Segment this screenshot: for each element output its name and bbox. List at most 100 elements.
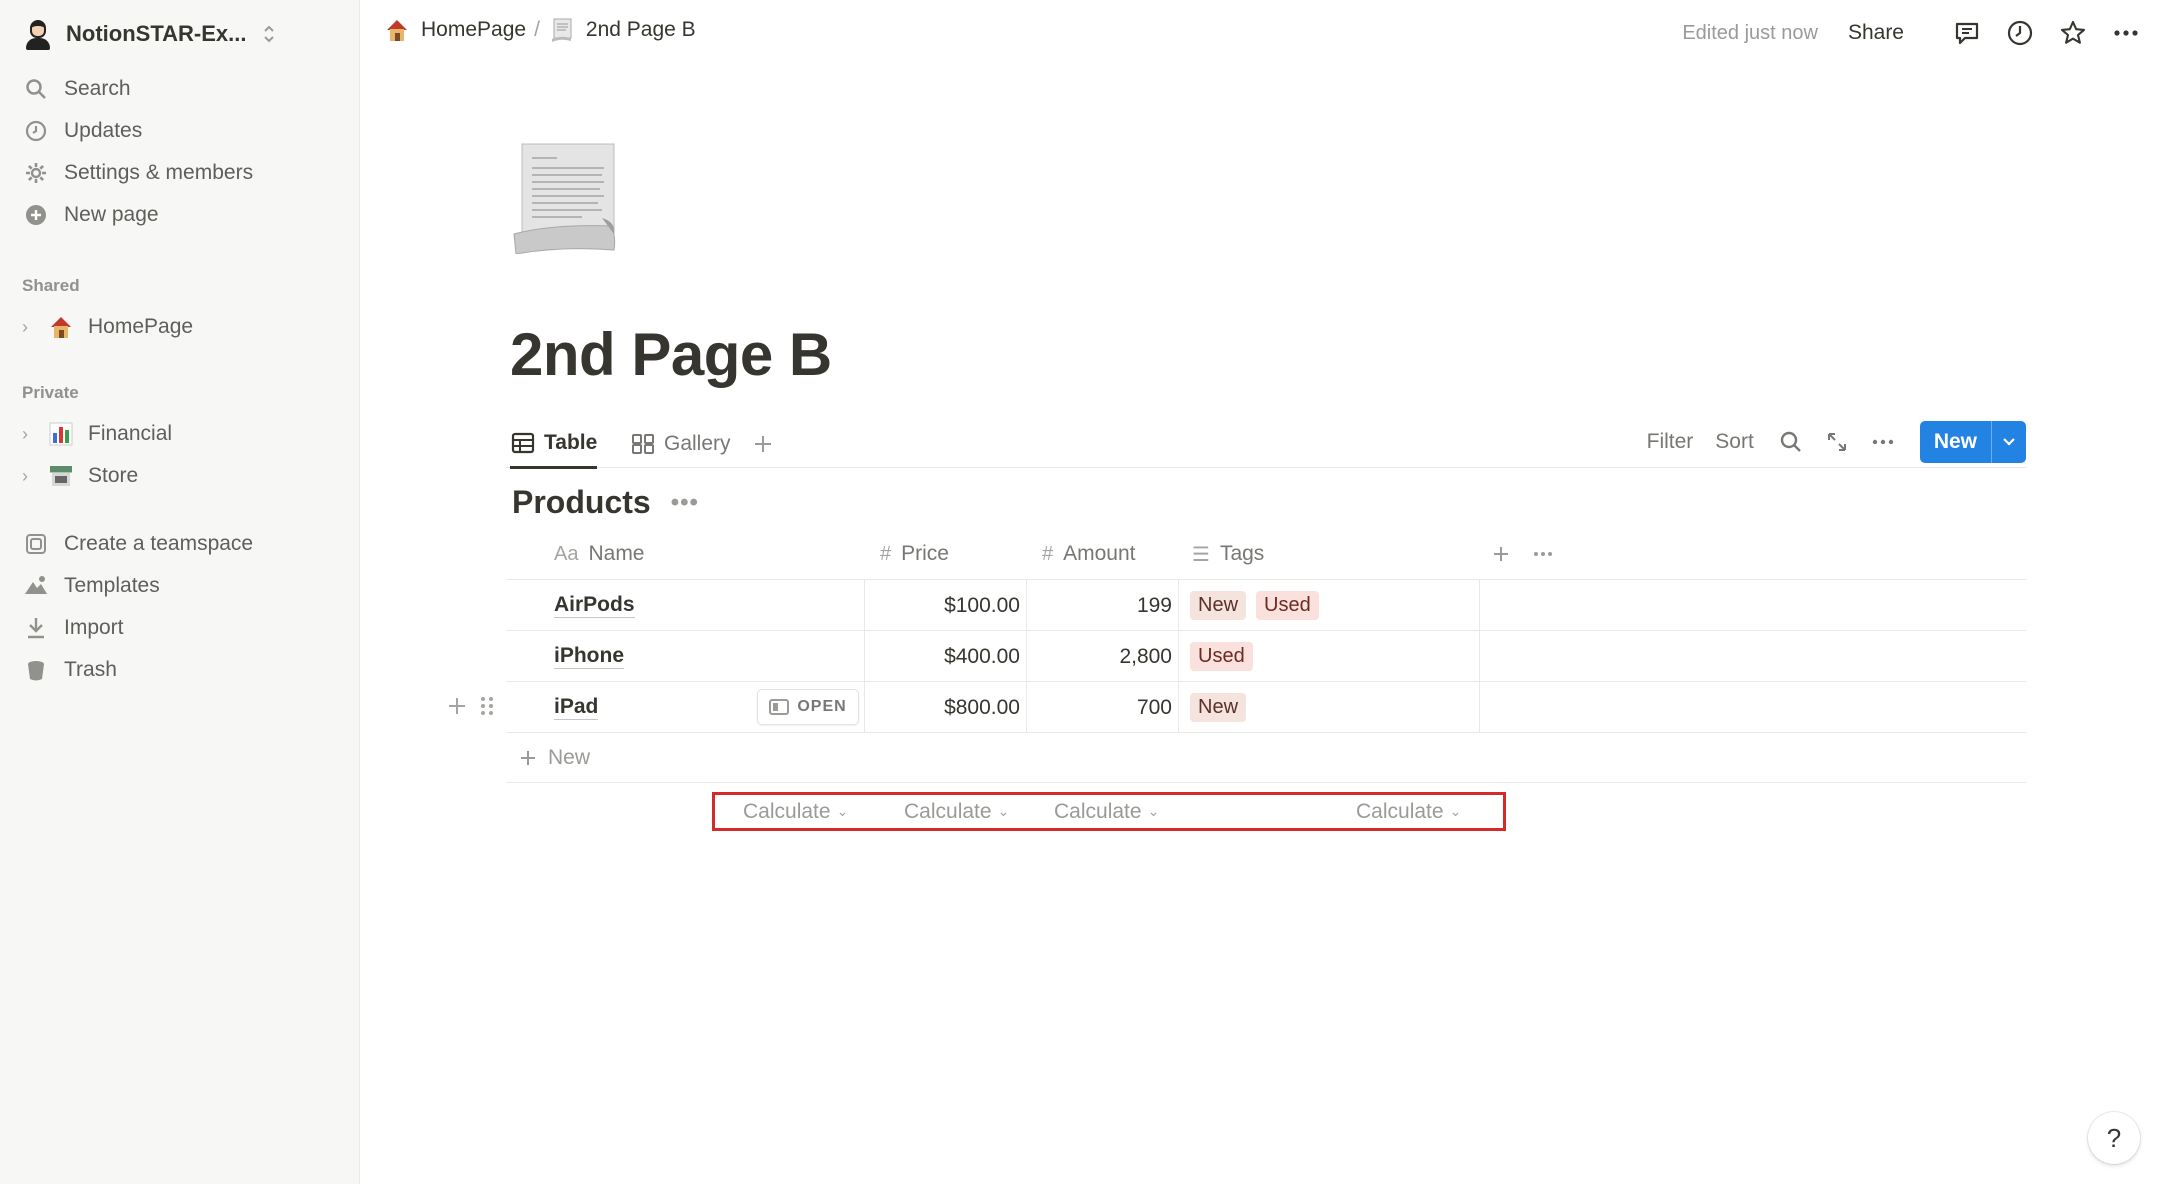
cell-price[interactable]: $800.00 (864, 682, 1020, 733)
chevron-right-icon[interactable]: › (22, 466, 40, 487)
text-type-icon: Aa (554, 542, 579, 565)
number-type-icon: # (1042, 542, 1054, 565)
sidebar-page-financial[interactable]: › Financial (22, 414, 172, 454)
cell-amount[interactable]: 2,800 (1026, 631, 1172, 682)
sidebar-trash[interactable]: Trash (22, 650, 117, 690)
cell-name[interactable]: iPad (554, 682, 599, 733)
column-header-tags[interactable]: ☰ Tags (1192, 528, 1264, 580)
column-header-name[interactable]: Aa Name (554, 528, 645, 580)
drag-handle-icon[interactable] (479, 694, 495, 723)
table-row[interactable]: iPhone $400.00 2,800 Used (506, 631, 2026, 682)
table-row[interactable]: iPad OPEN $800.00 700 New (506, 682, 2026, 733)
add-property-button[interactable] (1490, 528, 1512, 580)
tag-used: Used (1256, 591, 1319, 620)
calculate-name[interactable]: Calculate ⌄ (743, 795, 848, 828)
sidebar-updates[interactable]: Updates (22, 111, 142, 151)
history-clock-icon[interactable] (2004, 17, 2036, 49)
sidebar-create-teamspace[interactable]: Create a teamspace (22, 524, 253, 564)
tab-label: Table (544, 431, 598, 454)
calculate-tags[interactable]: Calculate ⌄ (1356, 795, 1461, 828)
sidebar-page-label: HomePage (88, 315, 194, 338)
view-tabs: Table Gallery Filter Sort New (506, 420, 2026, 469)
sidebar-new-page[interactable]: New page (22, 195, 159, 235)
sidebar-templates[interactable]: Templates (22, 566, 160, 606)
table-header: Aa Name # Price # Amount ☰ Tags (506, 528, 2026, 580)
expand-icon[interactable] (1822, 427, 1852, 457)
cell-name[interactable]: AirPods (554, 580, 635, 631)
tab-gallery[interactable]: Gallery (630, 420, 731, 468)
cell-price[interactable]: $400.00 (864, 631, 1020, 682)
sidebar-search-label: Search (64, 77, 131, 100)
cell-tags[interactable]: New Used (1190, 580, 1329, 631)
store-icon (46, 461, 76, 491)
chevron-right-icon[interactable]: › (22, 424, 40, 445)
database-more-icon[interactable]: ••• (671, 489, 699, 517)
workspace-switcher[interactable]: NotionSTAR-Ex... (22, 14, 276, 54)
cell-name[interactable]: iPhone (554, 631, 625, 682)
cell-amount[interactable]: 700 (1026, 682, 1172, 733)
database-title-text: Products (512, 484, 651, 520)
breadcrumb-current-page[interactable]: 2nd Page B (548, 16, 696, 44)
scroll-icon (548, 16, 576, 44)
column-header-amount[interactable]: # Amount (1042, 528, 1136, 580)
workspace-avatar (22, 18, 54, 50)
cell-tags[interactable]: Used (1190, 631, 1263, 682)
search-icon (22, 75, 50, 103)
products-table: Aa Name # Price # Amount ☰ Tags AirPods … (506, 528, 2026, 783)
sidebar-page-store[interactable]: › Store (22, 456, 138, 496)
sort-button[interactable]: Sort (1715, 430, 1754, 454)
filter-button[interactable]: Filter (1647, 430, 1694, 454)
house-icon (383, 16, 411, 44)
open-row-button[interactable]: OPEN (757, 689, 859, 725)
breadcrumb-separator: / (534, 18, 540, 41)
star-icon[interactable] (2057, 17, 2089, 49)
database-title[interactable]: Products ••• (512, 484, 699, 521)
sidebar-page-homepage[interactable]: › HomePage (22, 307, 193, 347)
chevron-down-icon: ⌄ (997, 803, 1010, 819)
more-icon[interactable] (1868, 427, 1898, 457)
more-icon[interactable] (2110, 17, 2142, 49)
table-icon (510, 430, 536, 456)
calculate-amount[interactable]: Calculate ⌄ (1054, 795, 1159, 828)
table-more-button[interactable] (1532, 528, 1554, 580)
sidebar-import[interactable]: Import (22, 608, 124, 648)
cell-amount[interactable]: 199 (1026, 580, 1172, 631)
chevron-updown-icon (262, 24, 276, 44)
sidebar-trash-label: Trash (64, 658, 117, 681)
share-button[interactable]: Share (1848, 21, 1904, 45)
sidebar-settings[interactable]: Settings & members (22, 153, 253, 193)
add-row-button[interactable]: New (506, 733, 2026, 783)
breadcrumb-homepage[interactable]: HomePage (383, 16, 526, 44)
tab-table[interactable]: Table (510, 420, 598, 469)
breadcrumb-label: HomePage (421, 18, 527, 41)
house-icon (46, 312, 76, 342)
private-heading: Private (22, 383, 79, 402)
tab-label: Gallery (664, 432, 731, 455)
gear-icon (22, 159, 50, 187)
view-toolbar: Filter Sort New (1647, 420, 2026, 464)
page-icon-scroll[interactable] (512, 142, 622, 255)
plus-circle-icon (22, 201, 50, 229)
sidebar-search[interactable]: Search (22, 69, 131, 109)
comment-icon[interactable] (1951, 17, 1983, 49)
help-button[interactable]: ? (2088, 1112, 2140, 1164)
chevron-right-icon[interactable]: › (22, 317, 40, 338)
calculate-label: Calculate (1356, 799, 1444, 823)
new-record-button[interactable]: New (1919, 421, 2026, 463)
sidebar-page-label: Store (88, 464, 139, 487)
cell-price[interactable]: $100.00 (864, 580, 1020, 631)
new-button-label[interactable]: New (1920, 421, 1992, 463)
open-label: OPEN (797, 698, 847, 715)
table-row[interactable]: AirPods $100.00 199 New Used (506, 580, 2026, 631)
calculate-price[interactable]: Calculate ⌄ (904, 795, 1009, 828)
add-row-plus-icon[interactable] (445, 694, 469, 723)
page-title[interactable]: 2nd Page B (510, 320, 832, 389)
add-view-button[interactable] (750, 420, 784, 468)
sidebar-updates-label: Updates (64, 119, 143, 142)
workspace-name: NotionSTAR-Ex... (66, 21, 247, 46)
cell-tags[interactable]: New (1190, 682, 1256, 733)
column-header-price[interactable]: # Price (880, 528, 949, 580)
chevron-down-icon[interactable] (1992, 421, 2026, 463)
search-icon[interactable] (1776, 427, 1806, 457)
edited-status: Edited just now (1682, 21, 1818, 44)
